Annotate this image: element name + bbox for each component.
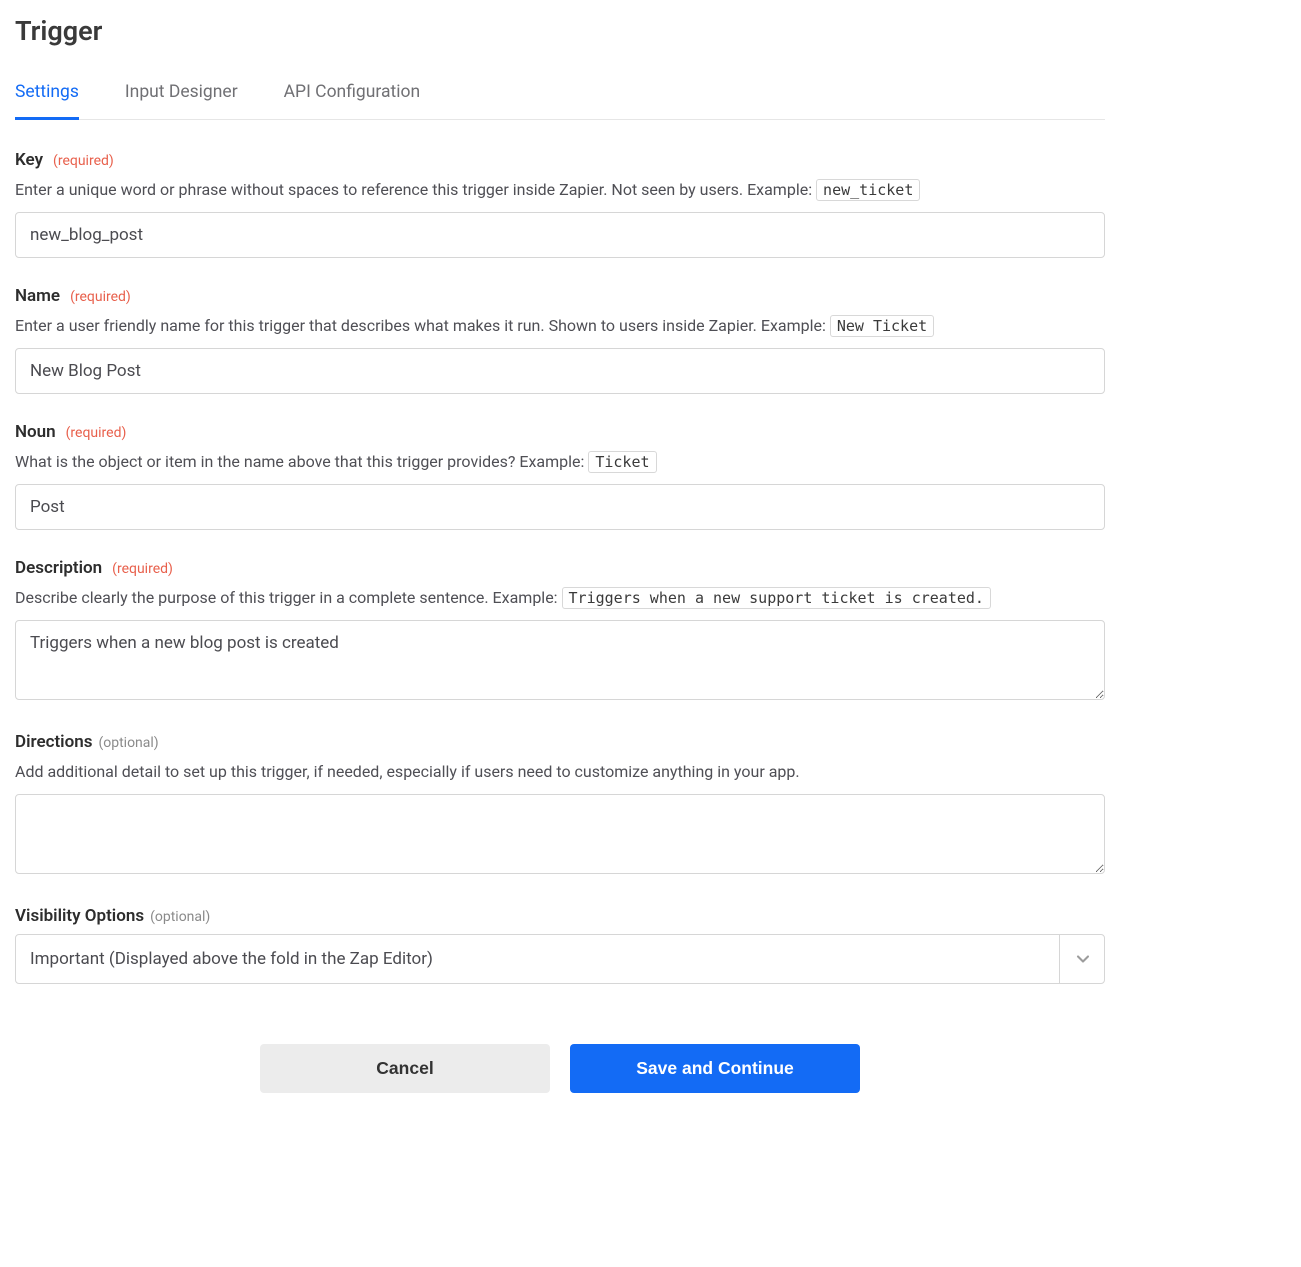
directions-label: Directions xyxy=(15,732,92,752)
tab-api-configuration[interactable]: API Configuration xyxy=(284,82,421,120)
field-name: Name (required) Enter a user friendly na… xyxy=(15,286,1105,394)
description-helper-text: Describe clearly the purpose of this tri… xyxy=(15,588,562,607)
save-button[interactable]: Save and Continue xyxy=(570,1044,860,1093)
key-example-code: new_ticket xyxy=(816,179,920,201)
name-example-code: New Ticket xyxy=(830,315,934,337)
noun-helper: What is the object or item in the name a… xyxy=(15,450,1105,474)
required-badge: (required) xyxy=(112,561,173,577)
tab-settings[interactable]: Settings xyxy=(15,82,79,120)
key-helper: Enter a unique word or phrase without sp… xyxy=(15,178,1105,202)
key-input[interactable] xyxy=(15,212,1105,258)
chevron-down-icon[interactable] xyxy=(1059,934,1105,984)
field-directions: Directions (optional) Add additional det… xyxy=(15,732,1105,878)
cancel-button[interactable]: Cancel xyxy=(260,1044,550,1093)
visibility-select[interactable]: Important (Displayed above the fold in t… xyxy=(15,934,1105,984)
field-description: Description (required) Describe clearly … xyxy=(15,558,1105,704)
optional-badge: (optional) xyxy=(150,909,210,925)
noun-label: Noun xyxy=(15,422,56,442)
field-key: Key (required) Enter a unique word or ph… xyxy=(15,150,1105,258)
directions-helper: Add additional detail to set up this tri… xyxy=(15,760,1105,784)
visibility-selected-value: Important (Displayed above the fold in t… xyxy=(30,949,433,969)
key-helper-text: Enter a unique word or phrase without sp… xyxy=(15,180,816,199)
field-visibility: Visibility Options (optional) Important … xyxy=(15,906,1105,984)
tab-input-designer[interactable]: Input Designer xyxy=(125,82,238,120)
noun-input[interactable] xyxy=(15,484,1105,530)
required-badge: (required) xyxy=(70,289,131,305)
name-helper: Enter a user friendly name for this trig… xyxy=(15,314,1105,338)
field-noun: Noun (required) What is the object or it… xyxy=(15,422,1105,530)
description-input[interactable] xyxy=(15,620,1105,700)
button-row: Cancel Save and Continue xyxy=(15,1044,1105,1093)
tab-bar: Settings Input Designer API Configuratio… xyxy=(15,82,1105,120)
noun-helper-text: What is the object or item in the name a… xyxy=(15,452,588,471)
required-badge: (required) xyxy=(53,153,114,169)
name-helper-text: Enter a user friendly name for this trig… xyxy=(15,316,830,335)
description-label: Description xyxy=(15,558,102,578)
description-helper: Describe clearly the purpose of this tri… xyxy=(15,586,1105,610)
noun-example-code: Ticket xyxy=(588,451,656,473)
key-label: Key xyxy=(15,150,43,170)
directions-input[interactable] xyxy=(15,794,1105,874)
optional-badge: (optional) xyxy=(98,735,158,751)
description-example-code: Triggers when a new support ticket is cr… xyxy=(562,587,991,609)
name-label: Name xyxy=(15,286,60,306)
visibility-label: Visibility Options xyxy=(15,906,144,926)
required-badge: (required) xyxy=(66,425,127,441)
name-input[interactable] xyxy=(15,348,1105,394)
page-title: Trigger xyxy=(15,15,1105,47)
